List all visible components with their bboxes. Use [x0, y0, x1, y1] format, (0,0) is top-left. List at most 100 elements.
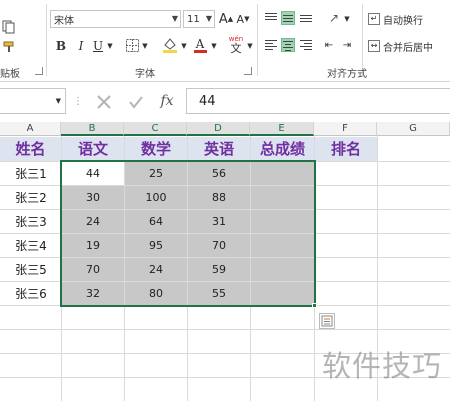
header-cell-math[interactable]: 数学 — [125, 137, 187, 161]
underline-dropdown-icon[interactable]: ▼ — [106, 40, 114, 52]
underline-button[interactable]: U — [91, 38, 105, 54]
name-cell[interactable]: 张三1 — [0, 162, 62, 186]
spreadsheet-grid[interactable]: A B C D E F G 姓名 语文 数学 英语 总成绩 排名 张三1 44 … — [0, 122, 450, 401]
column-header[interactable]: A — [0, 122, 61, 136]
font-size-select[interactable]: 11 ▼ — [183, 10, 215, 28]
name-box[interactable]: ▼ — [0, 88, 66, 114]
merge-center-button[interactable]: ↔ 合并后居中 — [368, 37, 450, 55]
fill-handle[interactable] — [312, 303, 317, 308]
border-icon[interactable] — [125, 38, 139, 52]
shrink-font-label: A — [236, 12, 245, 26]
table-cell[interactable]: 64 — [125, 210, 187, 233]
orientation-icon[interactable]: ↗ — [325, 10, 343, 26]
grow-font-button[interactable]: A ▲ — [219, 10, 233, 28]
header-cell-english[interactable]: 英语 — [188, 137, 250, 161]
border-dropdown-icon[interactable]: ▼ — [141, 40, 149, 52]
enter-button[interactable] — [126, 92, 146, 112]
align-right-icon[interactable] — [299, 38, 313, 52]
phonetic-dropdown-icon[interactable]: ▼ — [246, 40, 254, 52]
total-cell[interactable] — [251, 234, 314, 257]
fill-color-icon[interactable] — [162, 36, 178, 54]
table-cell[interactable]: 55 — [188, 282, 250, 305]
column-header[interactable]: C — [124, 122, 187, 136]
table-cell[interactable]: 100 — [125, 186, 187, 209]
column-header[interactable]: F — [314, 122, 377, 136]
merge-center-label: 合并后居中 — [383, 42, 433, 54]
total-cell[interactable] — [251, 258, 314, 281]
table-cell[interactable]: 31 — [188, 210, 250, 233]
header-cell-chinese[interactable]: 语文 — [62, 137, 124, 161]
name-cell[interactable]: 张三3 — [0, 210, 62, 234]
table-cell[interactable]: 24 — [62, 210, 124, 233]
format-painter-icon[interactable] — [2, 40, 18, 54]
total-cell[interactable] — [251, 162, 314, 185]
shrink-font-button[interactable]: A ▼ — [236, 10, 250, 28]
name-cell[interactable]: 张三6 — [0, 282, 62, 306]
font-name-select[interactable]: 宋体 ▼ — [50, 10, 181, 28]
chevron-down-icon: ▼ — [55, 97, 61, 105]
table-cell[interactable]: 70 — [188, 234, 250, 257]
clipboard-launcher-icon[interactable] — [35, 67, 43, 75]
column-header[interactable]: D — [187, 122, 250, 136]
name-cell[interactable]: 张三5 — [0, 258, 62, 282]
table-cell[interactable]: 95 — [125, 234, 187, 257]
name-cell[interactable]: 张三4 — [0, 234, 62, 258]
column-header[interactable]: G — [377, 122, 450, 136]
formula-input[interactable]: 44 — [186, 88, 450, 114]
watermark: 软件技巧 — [321, 349, 442, 383]
align-left-icon[interactable] — [264, 38, 278, 52]
decrease-indent-icon[interactable]: ⇤ — [322, 38, 336, 52]
gridline — [0, 329, 450, 330]
align-middle-icon[interactable] — [281, 11, 295, 25]
name-cell[interactable]: 张三2 — [0, 186, 62, 210]
font-color-dropdown-icon[interactable]: ▼ — [210, 40, 218, 52]
wrap-text-icon: ↵ — [368, 13, 380, 25]
phonetic-guide-button[interactable]: wén 文 — [226, 34, 246, 56]
cancel-button[interactable] — [94, 92, 114, 112]
header-cell-name[interactable]: 姓名 — [0, 137, 61, 161]
total-cell[interactable] — [251, 210, 314, 233]
total-cell[interactable] — [251, 186, 314, 209]
table-cell[interactable]: 25 — [125, 162, 187, 185]
table-cell[interactable]: 19 — [62, 234, 124, 257]
active-cell[interactable]: 44 — [62, 162, 124, 185]
italic-button[interactable]: I — [74, 38, 88, 54]
total-cell[interactable] — [251, 282, 314, 305]
wrap-text-label: 自动换行 — [383, 15, 423, 27]
table-cell[interactable]: 59 — [188, 258, 250, 281]
orientation-dropdown-icon[interactable]: ▼ — [343, 13, 351, 25]
table-cell[interactable]: 70 — [62, 258, 124, 281]
column-header[interactable]: B — [61, 122, 124, 136]
table-cell[interactable]: 32 — [62, 282, 124, 305]
merge-center-icon: ↔ — [368, 40, 380, 52]
font-launcher-icon[interactable] — [244, 67, 252, 75]
quick-analysis-button[interactable] — [319, 313, 335, 329]
table-cell[interactable]: 88 — [188, 186, 250, 209]
copy-icon[interactable] — [2, 20, 16, 34]
formula-bar: ▼ ⋮ fx 44 — [0, 88, 450, 116]
wrap-text-button[interactable]: ↵ 自动换行 — [368, 10, 448, 28]
font-color-icon[interactable]: A — [192, 36, 208, 54]
grow-font-label: A — [218, 11, 228, 27]
header-cell-total[interactable]: 总成绩 — [251, 137, 314, 161]
align-top-icon[interactable] — [264, 11, 278, 25]
insert-function-button[interactable]: fx — [156, 91, 178, 111]
header-cell-rank[interactable]: 排名 — [315, 137, 377, 161]
table-cell[interactable]: 24 — [125, 258, 187, 281]
column-header[interactable]: E — [250, 122, 314, 136]
align-bottom-icon[interactable] — [299, 11, 313, 25]
table-cell[interactable]: 80 — [125, 282, 187, 305]
increase-indent-icon[interactable]: ⇥ — [340, 38, 354, 52]
chevron-down-icon: ▼ — [171, 14, 178, 23]
phonetic-glyph: 文 — [230, 42, 242, 55]
separator — [46, 4, 47, 76]
fill-color-dropdown-icon[interactable]: ▼ — [180, 40, 188, 52]
table-cell[interactable]: 56 — [188, 162, 250, 185]
alignment-group-label: 对齐方式 — [327, 69, 367, 80]
align-center-icon[interactable] — [281, 38, 295, 52]
clipboard-group-label: 贴板 — [0, 69, 20, 80]
font-group-label: 字体 — [135, 69, 155, 80]
bold-button[interactable]: B — [54, 38, 68, 54]
table-cell[interactable]: 30 — [62, 186, 124, 209]
more-icon[interactable]: ⋮ — [73, 94, 83, 108]
